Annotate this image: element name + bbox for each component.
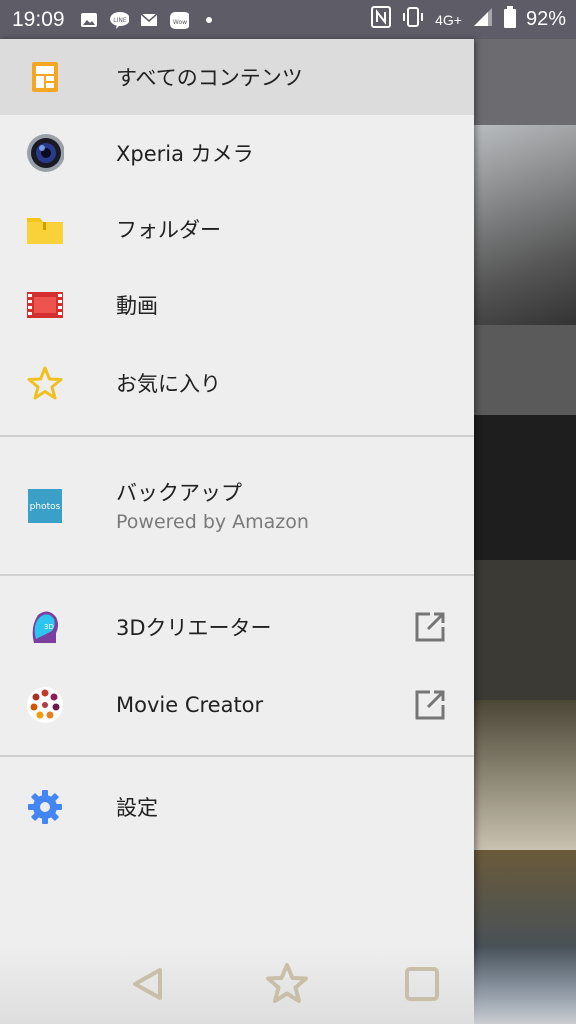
drawer-item-label: お気に入り [116, 372, 221, 396]
drawer-divider [0, 755, 474, 757]
back-icon[interactable] [126, 962, 170, 1006]
drawer-item-label: すべてのコンテンツ [116, 66, 303, 90]
image-icon [79, 11, 99, 29]
backup-sublabel: Powered by Amazon [116, 511, 309, 533]
vibrate-icon [401, 6, 425, 33]
svg-text:Wow: Wow [172, 19, 186, 26]
drawer-item-label: Xperia カメラ [116, 142, 254, 166]
folder-icon [26, 210, 64, 248]
wowma-icon: Wow [169, 11, 189, 29]
drawer-item-all-content[interactable]: すべてのコンテンツ [0, 39, 474, 115]
battery-percent: 92% [525, 8, 566, 30]
status-time: 19:09 [12, 7, 65, 31]
drawer-item-label: 設定 [116, 796, 158, 820]
external-link-icon[interactable] [414, 689, 446, 721]
status-bar: 19:09 LINE Wow 4G+ 92% [0, 0, 576, 39]
drawer-item-label: 動画 [116, 294, 158, 318]
amazon-photos-icon: photos [26, 487, 64, 525]
backup-label: バックアップ [116, 481, 242, 505]
external-link-icon[interactable] [414, 611, 446, 643]
line-icon: LINE [109, 11, 129, 29]
signal-icon [472, 7, 494, 32]
drawer-divider [0, 435, 474, 437]
drawer-item-camera[interactable]: Xperia カメラ [0, 115, 474, 191]
drawer-item-movie-creator[interactable]: Movie Creator [0, 667, 474, 743]
gear-icon [26, 788, 64, 826]
dot-icon [199, 11, 219, 29]
movie-creator-icon [26, 686, 64, 724]
drawer-item-settings[interactable]: 設定 [0, 769, 474, 845]
drawer-item-label: 3Dクリエーター [116, 616, 272, 640]
all-content-icon [26, 58, 64, 96]
battery-icon [503, 6, 516, 33]
gallery-background [474, 39, 576, 1024]
mail-icon [139, 11, 159, 29]
svg-text:LINE: LINE [113, 17, 127, 24]
network-type: 4G+ [435, 11, 462, 28]
drawer-item-video[interactable]: 動画 [0, 267, 474, 343]
photos-icon-text: photos [30, 502, 61, 512]
drawer-item-label: フォルダー [116, 218, 221, 242]
drawer-item-label: Movie Creator [116, 693, 264, 717]
home-star-icon[interactable] [265, 962, 309, 1006]
star-icon [26, 364, 64, 402]
3d-creator-icon: 3D [26, 608, 64, 646]
film-icon [26, 286, 64, 324]
drawer-item-backup[interactable]: photos バックアップ Powered by Amazon [0, 469, 474, 559]
navigation-drawer: すべてのコンテンツ Xperia カメラ フォルダー 動画 お気に入り phot… [0, 39, 474, 1024]
drawer-item-3d-creator[interactable]: 3D 3Dクリエーター [0, 589, 474, 665]
svg-text:3D: 3D [44, 623, 54, 631]
recents-icon[interactable] [400, 962, 444, 1006]
drawer-item-favorites[interactable]: お気に入り [0, 345, 474, 421]
drawer-item-folder[interactable]: フォルダー [0, 191, 474, 267]
navigation-bar [0, 946, 576, 1024]
drawer-divider [0, 574, 474, 576]
nfc-icon [371, 6, 392, 33]
camera-icon [26, 134, 64, 172]
